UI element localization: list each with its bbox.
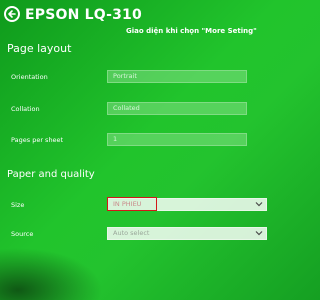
paper-quality-heading: Paper and quality <box>7 169 95 180</box>
orientation-label: Orientation <box>11 73 48 81</box>
source-select-value: Auto select <box>113 229 150 237</box>
page-layout-heading: Page layout <box>7 42 72 55</box>
back-button[interactable] <box>4 6 20 22</box>
collation-field[interactable]: Collated <box>107 102 247 115</box>
highlight-box <box>107 197 157 211</box>
orientation-field[interactable]: Portrait <box>107 70 247 83</box>
chevron-down-icon <box>255 202 263 207</box>
size-label: Size <box>11 201 25 209</box>
back-arrow-icon <box>7 9 17 19</box>
annotation-caption: Giao diện khi chọn "More Seting" <box>126 27 257 35</box>
pages-per-sheet-field[interactable]: 1 <box>107 133 247 146</box>
printer-title: EPSON LQ-310 <box>25 7 142 23</box>
source-label: Source <box>11 230 34 238</box>
chevron-down-icon <box>255 231 263 236</box>
collation-label: Collation <box>11 105 40 113</box>
source-select[interactable]: Auto select <box>107 227 267 240</box>
pages-per-sheet-label: Pages per sheet <box>11 136 64 144</box>
header: EPSON LQ-310 Giao diện khi chọn "More Se… <box>0 0 273 40</box>
